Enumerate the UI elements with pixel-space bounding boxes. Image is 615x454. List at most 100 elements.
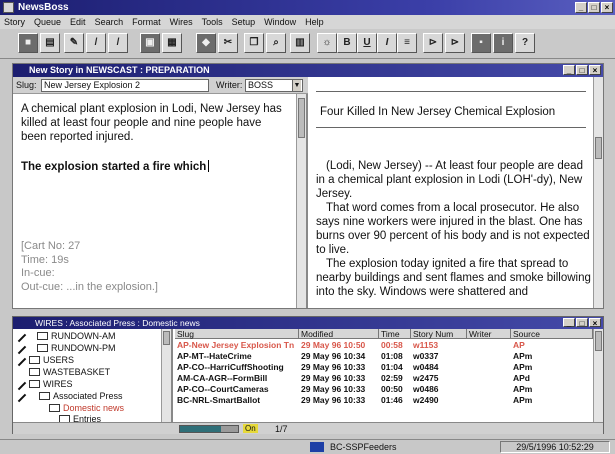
app-icon[interactable] <box>3 2 14 13</box>
wire-scroll-thumb[interactable] <box>595 137 602 159</box>
script-editor[interactable]: A chemical plant explosion in Lodi, New … <box>13 94 308 308</box>
wire-body: (Lodi, New Jersey) -- At least four peop… <box>316 159 592 299</box>
script-scroll-thumb[interactable] <box>298 98 305 138</box>
tree-item[interactable]: WIRES <box>29 378 73 390</box>
wire-list-scroll-thumb[interactable] <box>595 331 602 351</box>
progress-label: On <box>243 424 258 433</box>
open-icon[interactable]: ▤ <box>40 33 60 53</box>
menu-wires[interactable]: Wires <box>170 17 193 27</box>
menu-help[interactable]: Help <box>305 17 324 27</box>
menu-tools[interactable]: Tools <box>202 17 223 27</box>
cell-source: APm <box>513 351 533 361</box>
menu-window[interactable]: Window <box>264 17 296 27</box>
chevron-down-icon[interactable]: ▼ <box>292 80 301 91</box>
tree-scroll-thumb[interactable] <box>163 331 170 345</box>
menu-queue[interactable]: Queue <box>34 17 61 27</box>
story-minimize-button[interactable]: _ <box>563 65 575 75</box>
align-icon[interactable]: ≡ <box>397 33 417 53</box>
save-icon[interactable]: ▦ <box>162 33 182 53</box>
edit-icon[interactable]: ✎ <box>64 33 84 53</box>
tree-item[interactable]: RUNDOWN-AM <box>37 330 116 342</box>
table-row[interactable]: AP-New Jersey Explosion Tn 29 May 96 10:5… <box>175 340 593 351</box>
table-row[interactable]: AP-CO--CourtCameras 29 May 96 10:33 00:50 w… <box>175 384 593 395</box>
folder-icon <box>29 380 40 388</box>
menu-format[interactable]: Format <box>132 17 161 27</box>
column-header-writer[interactable]: Writer <box>467 329 511 339</box>
tree-item[interactable]: Associated Press <box>39 390 123 402</box>
paste-icon[interactable]: ▥ <box>290 33 310 53</box>
cell-source: APm <box>513 384 533 394</box>
table-row[interactable]: AP-MT--HateCrime 29 May 96 10:34 01:08 w033… <box>175 351 593 362</box>
tree-scrollbar[interactable] <box>161 329 171 422</box>
close-button[interactable]: × <box>601 2 613 13</box>
send-icon[interactable]: ◆ <box>196 33 216 53</box>
print-icon[interactable]: ▣ <box>140 33 160 53</box>
column-header-time[interactable]: Time <box>379 329 411 339</box>
cut-icon[interactable]: ✂ <box>218 33 238 53</box>
italic-button[interactable]: I <box>377 33 397 53</box>
story-window-title: New Story in NEWSCAST : PREPARATION <box>29 65 210 75</box>
filter-icon[interactable]: ⊳ <box>445 33 465 53</box>
draw-icon[interactable]: / <box>108 33 128 53</box>
cell-modified: 29 May 96 10:50 <box>301 340 366 350</box>
menu-story[interactable]: Story <box>4 17 25 27</box>
cell-num: w2490 <box>413 395 439 405</box>
cell-source: APm <box>513 395 533 405</box>
story-close-button[interactable]: × <box>589 65 601 75</box>
feed-icon <box>310 442 324 452</box>
search-icon[interactable]: ⌕ <box>266 33 286 53</box>
tree-item[interactable]: Entries <box>59 413 101 422</box>
story-window-title-bar: New Story in NEWSCAST : PREPARATION _ □ … <box>13 64 603 77</box>
tree-item[interactable]: WASTEBASKET <box>29 366 110 378</box>
pencil-icon[interactable]: / <box>86 33 106 53</box>
column-header-source[interactable]: Source <box>511 329 593 339</box>
script-scrollbar[interactable] <box>296 94 306 308</box>
story-paragraph: A chemical plant explosion in Lodi, New … <box>21 103 282 143</box>
new-story-icon[interactable]: ■ <box>18 33 38 53</box>
wire-list: Slug Modified Time Story Num Writer Sour… <box>175 329 603 422</box>
slug-row: Slug: New Jersey Explosion 2 Writer: BOS… <box>13 77 308 94</box>
story-window: New Story in NEWSCAST : PREPARATION _ □ … <box>12 63 604 309</box>
writer-select[interactable]: BOSS ▼ <box>245 79 303 92</box>
info-icon[interactable]: i <box>493 33 513 53</box>
menu-edit[interactable]: Edit <box>70 17 86 27</box>
column-header-slug[interactable]: Slug <box>175 329 299 339</box>
wires-minimize-button[interactable]: _ <box>563 318 575 328</box>
cell-num: w0486 <box>413 384 439 394</box>
story-maximize-button[interactable]: □ <box>576 65 588 75</box>
maximize-button[interactable]: □ <box>588 2 600 13</box>
tree-item[interactable]: RUNDOWN-PM <box>37 342 116 354</box>
queue-tree: RUNDOWN-AM RUNDOWN-PM USERS WASTEBASKET … <box>13 329 173 422</box>
cell-time: 00:58 <box>381 340 403 350</box>
spell-icon[interactable]: ☼ <box>317 33 337 53</box>
wires-status-bar: On 1/7 <box>13 422 603 434</box>
tree-item[interactable]: USERS <box>29 354 74 366</box>
wire-paragraph: The explosion today ignited a fire that … <box>316 258 591 298</box>
cell-time: 02:59 <box>381 373 403 383</box>
menu-setup[interactable]: Setup <box>232 17 256 27</box>
table-row[interactable]: BC-NRL-SmartBallot 29 May 96 10:33 01:46 w2… <box>175 395 593 406</box>
cue-time: Time: 19s <box>21 253 69 266</box>
wires-close-button[interactable]: × <box>589 318 601 328</box>
app-title: NewsBoss <box>18 2 69 13</box>
menu-search[interactable]: Search <box>95 17 124 27</box>
wires-window: WIRES : Associated Press : Domestic news… <box>12 316 604 434</box>
wire-scrollbar[interactable] <box>593 77 603 308</box>
table-row[interactable]: AM-CA-AGR--FormBill 29 May 96 10:33 02:59 w… <box>175 373 593 384</box>
window-icon[interactable]: ▪ <box>471 33 491 53</box>
minimize-button[interactable]: _ <box>575 2 587 13</box>
bold-button[interactable]: B <box>337 33 357 53</box>
underline-button[interactable]: U <box>357 33 377 53</box>
wires-maximize-button[interactable]: □ <box>576 318 588 328</box>
table-row[interactable]: AP-CO--HarriCuffShooting 29 May 96 10:33 0… <box>175 362 593 373</box>
column-header-modified[interactable]: Modified <box>299 329 379 339</box>
help-button[interactable]: ? <box>515 33 535 53</box>
copy-icon[interactable]: ❐ <box>244 33 264 53</box>
wire-list-scrollbar[interactable] <box>593 329 603 422</box>
slug-field[interactable]: New Jersey Explosion 2 <box>41 79 209 92</box>
slug-label: Slug: <box>16 80 37 90</box>
out-cue: Out-cue: ...in the explosion.] <box>21 280 158 293</box>
feed-name: BC-SSPFeeders <box>330 442 397 452</box>
format-icon[interactable]: ⊳ <box>423 33 443 53</box>
column-header-story-num[interactable]: Story Num <box>411 329 467 339</box>
